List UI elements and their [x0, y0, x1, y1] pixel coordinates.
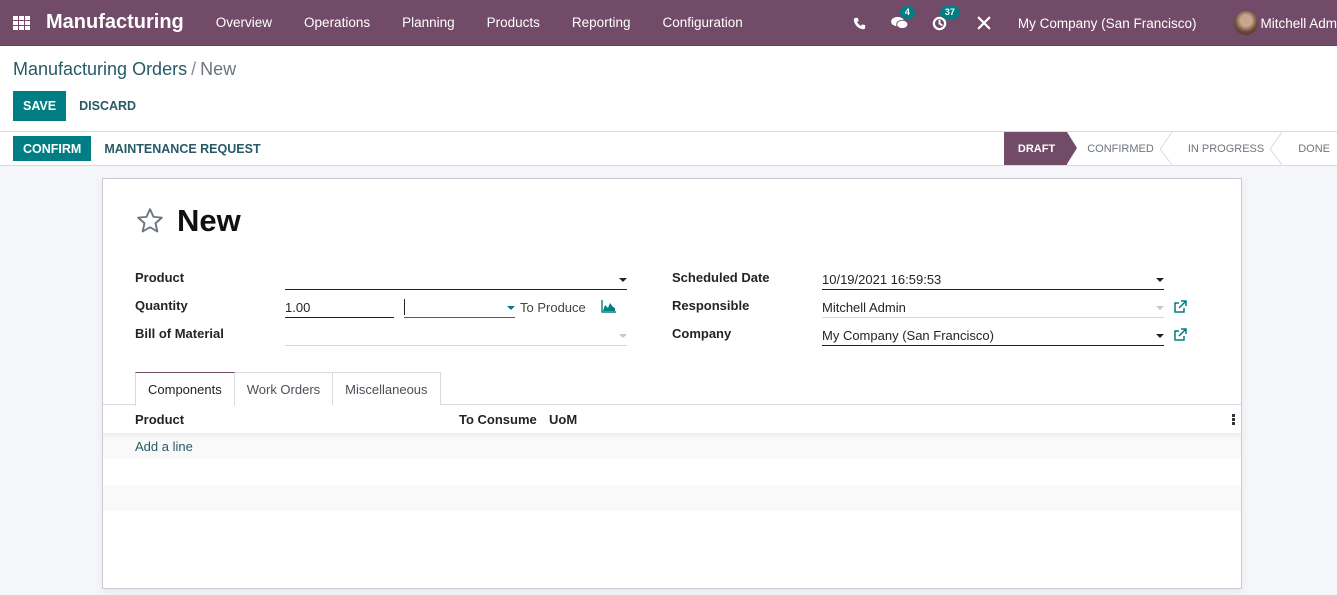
empty-row	[103, 459, 1241, 485]
column-product[interactable]: Product	[135, 412, 184, 427]
confirm-button[interactable]: CONFIRM	[13, 136, 92, 161]
menu-item-planning[interactable]: Planning	[386, 15, 471, 30]
product-label: Product	[135, 270, 185, 285]
messages-icon[interactable]: 4	[890, 6, 915, 33]
empty-row	[103, 485, 1241, 511]
user-avatar[interactable]	[1234, 11, 1259, 35]
maintenance-request-button[interactable]: MAINTENANCE REQUEST	[91, 136, 273, 161]
responsible-dropdown-icon[interactable]	[1156, 306, 1164, 310]
responsible-field[interactable]: Mitchell Admin	[822, 298, 1164, 318]
menu-item-configuration[interactable]: Configuration	[646, 15, 758, 30]
tab-miscellaneous[interactable]: Miscellaneous	[332, 372, 441, 405]
form-buttons: SAVE DISCARD	[13, 91, 149, 121]
stage-confirmed[interactable]: CONFIRMED	[1067, 132, 1172, 165]
company-label: Company	[672, 326, 732, 341]
messages-badge: 4	[899, 6, 915, 19]
breadcrumb-separator: /	[191, 59, 197, 79]
debug-tools-icon[interactable]	[974, 13, 994, 33]
optional-columns-icon[interactable]	[1232, 414, 1235, 425]
scheduled-date-field[interactable]: 10/19/2021 16:59:53	[822, 270, 1164, 290]
quantity-label: Quantity	[135, 298, 188, 313]
bom-dropdown-icon[interactable]	[619, 334, 627, 338]
company-value: My Company (San Francisco)	[822, 328, 994, 343]
scheduled-date-dropdown-icon[interactable]	[1156, 278, 1164, 282]
activities-badge: 37	[939, 6, 960, 19]
uom-dropdown-icon[interactable]	[507, 306, 515, 310]
responsible-value: Mitchell Admin	[822, 300, 906, 315]
menu-item-reporting[interactable]: Reporting	[556, 15, 647, 30]
company-field[interactable]: My Company (San Francisco)	[822, 326, 1164, 346]
notebook-tabs: Components Work Orders Miscellaneous	[135, 372, 441, 406]
quantity-input[interactable]: 1.00	[285, 298, 394, 318]
tab-work-orders[interactable]: Work Orders	[233, 372, 334, 405]
column-to-consume[interactable]: To Consume	[459, 412, 537, 427]
top-navbar: Manufacturing Overview Operations Planni…	[0, 0, 1337, 46]
tab-components[interactable]: Components	[135, 372, 235, 406]
components-table-header: Product To Consume UoM	[103, 405, 1241, 433]
bom-field[interactable]	[285, 326, 627, 346]
column-uom[interactable]: UoM	[549, 412, 577, 427]
save-button[interactable]: SAVE	[13, 91, 67, 121]
responsible-external-link-icon[interactable]	[1173, 300, 1187, 314]
stage-in-progress[interactable]: IN PROGRESS	[1166, 132, 1283, 165]
phone-icon[interactable]	[850, 13, 870, 33]
add-line-row: Add a line	[103, 433, 1241, 459]
company-switcher[interactable]: My Company (San Francisco)	[1018, 16, 1197, 31]
activities-clock-icon[interactable]: 37	[930, 6, 960, 33]
record-title: New	[177, 203, 241, 238]
stage-pipeline: DRAFT CONFIRMED IN PROGRESS DONE	[1003, 132, 1337, 165]
menu-item-overview[interactable]: Overview	[200, 15, 288, 30]
company-external-link-icon[interactable]	[1173, 328, 1187, 342]
to-produce-label: To Produce	[520, 300, 586, 315]
navbar-systray: 4 37 My Company (San Francisco) Mitchell…	[840, 0, 1337, 46]
menu-item-operations[interactable]: Operations	[288, 15, 386, 30]
scheduled-date-label: Scheduled Date	[672, 270, 770, 285]
forecast-area-chart-icon[interactable]	[601, 300, 616, 313]
discard-button[interactable]: DISCARD	[66, 91, 149, 121]
product-field[interactable]	[285, 270, 627, 290]
uom-field[interactable]	[404, 298, 515, 318]
apps-menu-icon[interactable]	[13, 15, 31, 30]
add-a-line-link[interactable]: Add a line	[135, 439, 193, 454]
stage-done[interactable]: DONE	[1276, 132, 1337, 165]
empty-row	[103, 511, 1241, 537]
menu-item-products[interactable]: Products	[471, 15, 556, 30]
statusbar-buttons: CONFIRM MAINTENANCE REQUEST	[13, 136, 274, 161]
form-statusbar: CONFIRM MAINTENANCE REQUEST DRAFT CONFIR…	[0, 131, 1337, 166]
breadcrumb: Manufacturing Orders / New	[13, 59, 236, 80]
title-row: New	[135, 203, 241, 239]
responsible-label: Responsible	[672, 298, 750, 313]
company-dropdown-icon[interactable]	[1156, 334, 1164, 338]
scheduled-date-value: 10/19/2021 16:59:53	[822, 272, 942, 287]
star-priority-icon[interactable]	[135, 206, 165, 236]
main-menu: Overview Operations Planning Products Re…	[200, 15, 759, 30]
bom-label: Bill of Material	[135, 326, 224, 341]
user-menu[interactable]: Mitchell Adm	[1260, 16, 1337, 31]
stage-draft[interactable]: DRAFT	[1003, 132, 1078, 165]
quantity-value: 1.00	[285, 300, 311, 315]
breadcrumb-parent[interactable]: Manufacturing Orders	[13, 59, 187, 79]
product-dropdown-icon[interactable]	[619, 278, 627, 282]
form-sheet: New Product Quantity 1.00 To Produce Bil…	[102, 178, 1242, 589]
breadcrumb-current: New	[200, 59, 237, 79]
text-cursor	[404, 299, 405, 315]
app-name[interactable]: Manufacturing	[46, 11, 184, 34]
